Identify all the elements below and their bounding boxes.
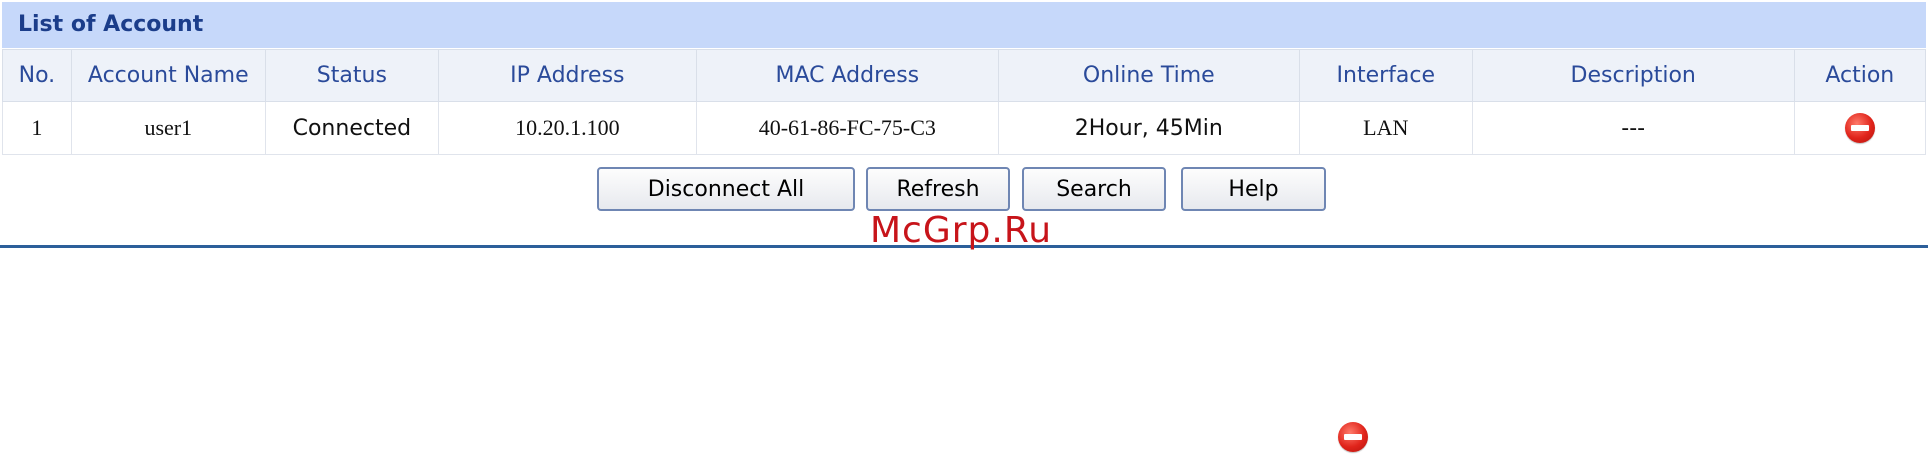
delete-icon [1338,422,1368,452]
refresh-button[interactable]: Refresh [866,167,1010,211]
cell-action [1793,101,1927,155]
column-header-interface: Interface [1298,49,1473,102]
column-header-action: Action [1793,49,1927,102]
delete-icon-legend [1338,422,1368,452]
cell-online-time: 2Hour, 45Min [997,101,1300,155]
column-header-status: Status [264,49,439,102]
cell-interface: LAN [1298,101,1473,155]
watermark: McGrp.Ru [870,210,1053,251]
column-header-ip-address: IP Address [437,49,697,102]
cell-ip-address: 10.20.1.100 [437,101,697,155]
column-header-no: No. [2,49,72,102]
column-header-online-time: Online Time [997,49,1300,102]
cell-no: 1 [2,101,72,155]
column-header-description: Description [1471,49,1795,102]
disconnect-all-button[interactable]: Disconnect All [597,167,855,211]
cell-mac-address: 40-61-86-FC-75-C3 [695,101,999,155]
column-header-mac-address: MAC Address [695,49,999,102]
cell-status: Connected [264,101,439,155]
table-row: 1 user1 Connected 10.20.1.100 40-61-86-F… [2,101,1927,155]
cell-account-name: user1 [70,101,266,155]
account-table: No. Account Name Status IP Address MAC A… [2,49,1927,155]
cell-description: --- [1471,101,1795,155]
column-header-account-name: Account Name [70,49,266,102]
panel-title: List of Account [2,2,1926,48]
search-button[interactable]: Search [1022,167,1166,211]
table-header-row: No. Account Name Status IP Address MAC A… [2,49,1927,102]
delete-icon[interactable] [1844,113,1875,143]
help-button[interactable]: Help [1181,167,1326,211]
button-row: Disconnect All Refresh Search Help [0,167,1928,213]
